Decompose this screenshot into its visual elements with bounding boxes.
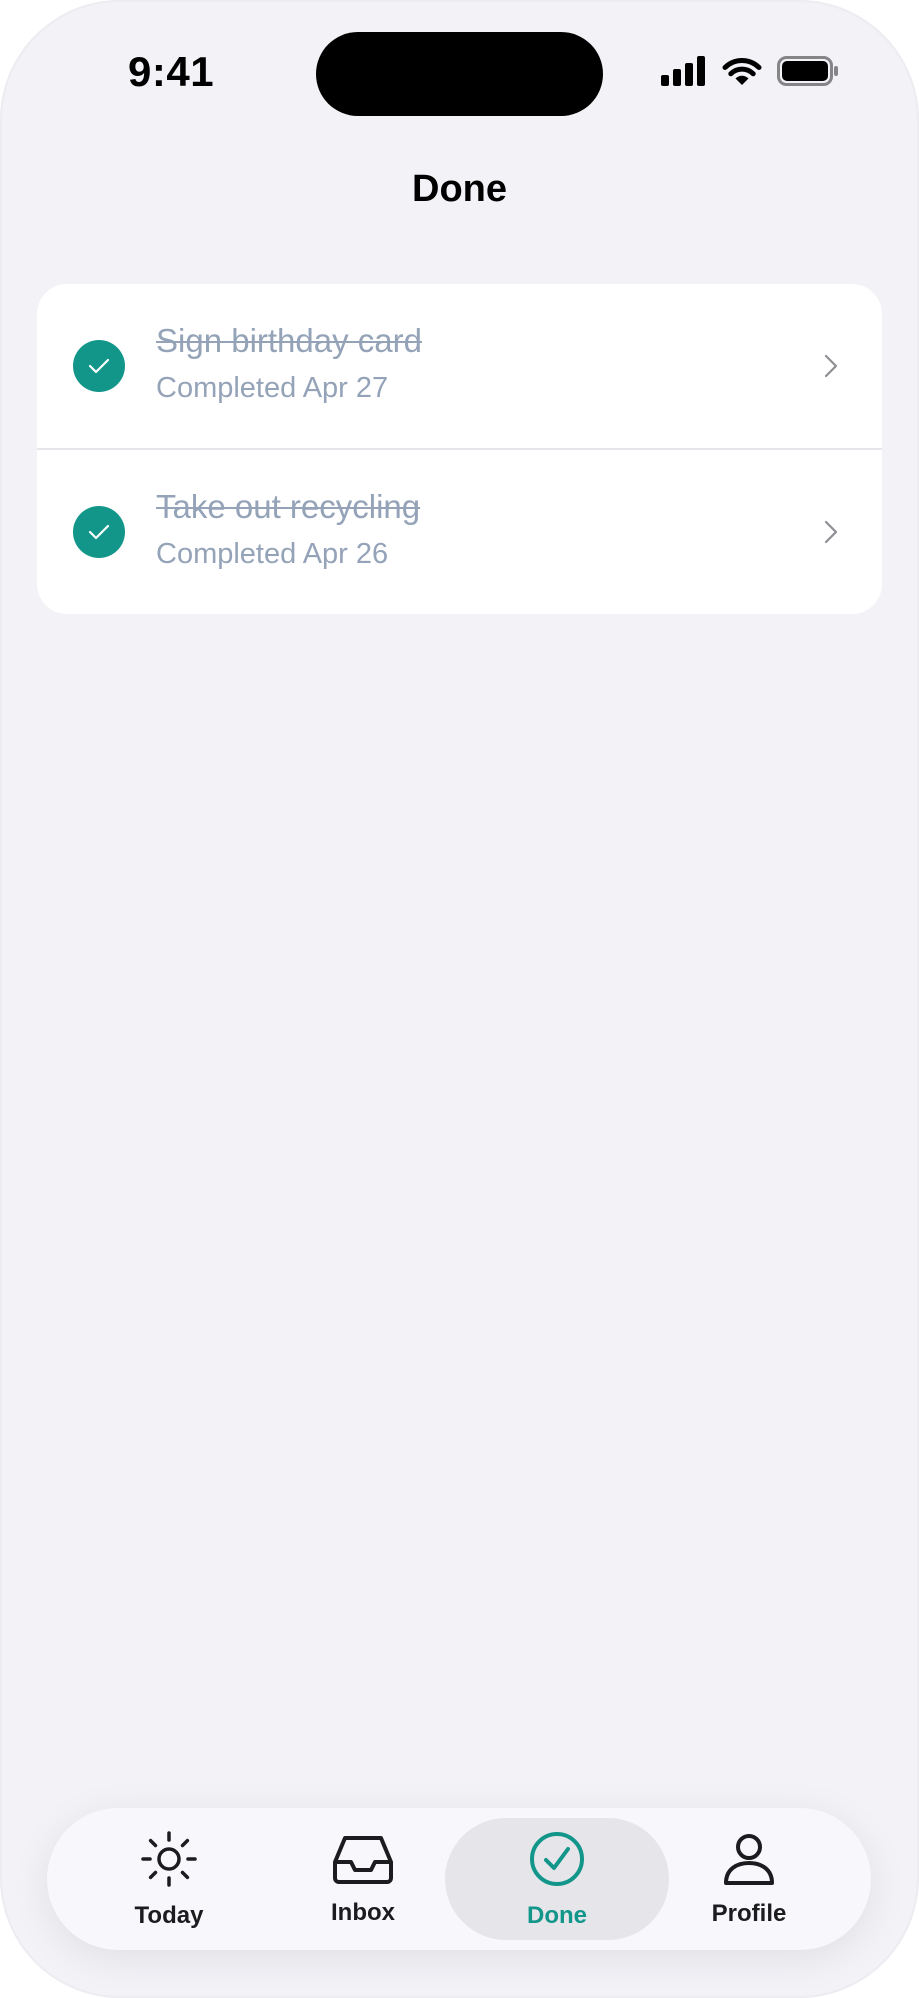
inbox-tray-icon <box>331 1832 395 1891</box>
list-item[interactable]: Sign birthday card Completed Apr 27 <box>37 284 882 448</box>
completed-task-list: Sign birthday card Completed Apr 27 Take… <box>37 284 882 614</box>
sun-icon <box>139 1829 199 1894</box>
tab-label: Today <box>134 1901 204 1929</box>
dynamic-island <box>316 32 603 116</box>
tab-profile[interactable]: Profile <box>649 1818 849 1940</box>
check-circle-icon <box>527 1829 587 1894</box>
task-text: Sign birthday card Completed Apr 27 <box>156 320 422 406</box>
status-time: 9:41 <box>128 48 215 95</box>
page-title: Done <box>412 168 507 210</box>
completed-check-icon[interactable] <box>73 340 125 392</box>
tab-today[interactable]: Today <box>69 1818 269 1940</box>
status-bar: 9:41 <box>0 0 919 150</box>
task-completed-date: Completed Apr 26 <box>156 538 389 570</box>
tab-done[interactable]: Done <box>445 1818 669 1940</box>
cellular-signal-icon <box>661 56 707 86</box>
task-title: Take out recycling <box>156 488 421 525</box>
tab-bar: Today Inbox Done Profile <box>47 1808 871 1950</box>
tab-inbox[interactable]: Inbox <box>263 1818 463 1940</box>
task-completed-date: Completed Apr 27 <box>156 372 389 404</box>
person-icon <box>721 1831 777 1892</box>
status-icons <box>661 56 839 86</box>
list-item[interactable]: Take out recycling Completed Apr 26 <box>37 448 882 614</box>
tab-label: Inbox <box>331 1898 395 1926</box>
chevron-right-icon <box>824 520 838 549</box>
task-text: Take out recycling Completed Apr 26 <box>156 486 420 572</box>
phone-screen: 9:41 Done Sign birthday card Completed A… <box>0 0 919 1998</box>
tab-label: Profile <box>711 1899 787 1927</box>
battery-icon <box>777 56 839 86</box>
tab-label: Done <box>527 1901 587 1929</box>
wifi-icon <box>721 56 763 86</box>
completed-check-icon[interactable] <box>73 506 125 558</box>
chevron-right-icon <box>824 354 838 383</box>
task-title: Sign birthday card <box>156 322 422 359</box>
